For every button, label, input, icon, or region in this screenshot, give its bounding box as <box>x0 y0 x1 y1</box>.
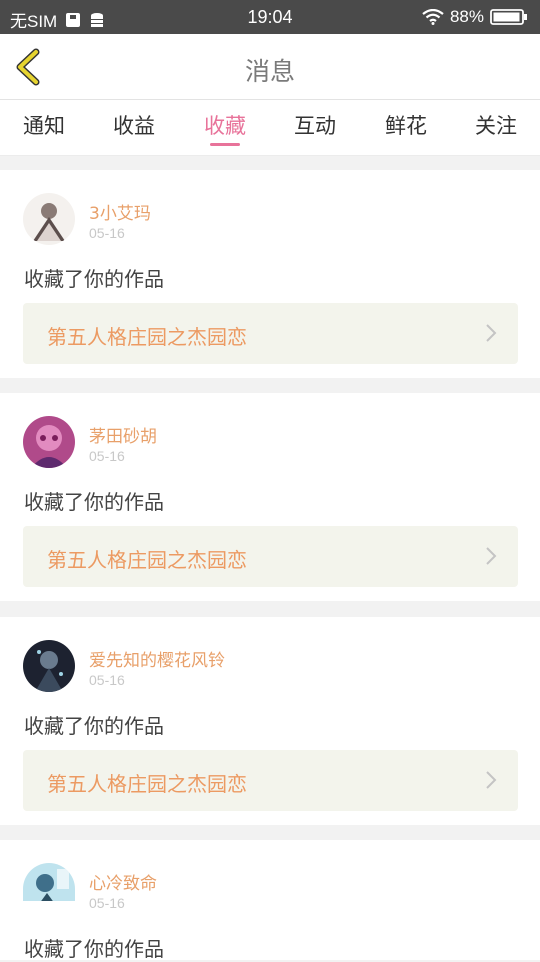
wifi-icon <box>422 9 444 25</box>
username[interactable]: 茅田砂胡 <box>89 422 157 447</box>
message-text: 收藏了你的作品 <box>24 490 164 514</box>
message-text: 收藏了你的作品 <box>24 714 164 738</box>
message-text: 收藏了你的作品 <box>24 267 164 291</box>
work-title: 第五人格庄园之杰园恋 <box>47 548 247 572</box>
tab-label: 鲜花 <box>385 114 427 138</box>
message-date: 05-16 <box>89 895 125 911</box>
tab-label: 关注 <box>475 114 517 138</box>
avatar[interactable] <box>23 193 75 245</box>
work-title: 第五人格庄园之杰园恋 <box>47 772 247 796</box>
message-card: 茅田砂胡 05-16 收藏了你的作品 第五人格庄园之杰园恋 <box>0 393 540 601</box>
tab-follows[interactable]: 关注 <box>461 110 531 148</box>
tab-label: 收藏 <box>204 114 246 138</box>
tab-label: 收益 <box>113 114 155 138</box>
message-date: 05-16 <box>89 448 125 464</box>
active-tab-indicator <box>210 143 240 146</box>
tab-flowers[interactable]: 鲜花 <box>371 110 441 148</box>
status-bar: 无SIM 19:04 88% <box>0 0 540 34</box>
avatar[interactable] <box>23 640 75 692</box>
username[interactable]: 3小艾玛 <box>89 199 151 224</box>
message-date: 05-16 <box>89 225 125 241</box>
work-link[interactable]: 第五人格庄园之杰园恋 <box>23 750 518 811</box>
tab-label: 互动 <box>294 114 336 138</box>
username[interactable]: 爱先知的樱花风铃 <box>89 646 225 671</box>
tab-label: 通知 <box>23 114 65 138</box>
avatar[interactable] <box>23 863 75 901</box>
battery-icon <box>490 9 527 25</box>
username[interactable]: 心冷致命 <box>89 869 157 894</box>
work-link[interactable]: 第五人格庄园之杰园恋 <box>23 526 518 587</box>
message-card: 3小艾玛 05-16 收藏了你的作品 第五人格庄园之杰园恋 <box>0 170 540 378</box>
avatar[interactable] <box>23 416 75 468</box>
work-link[interactable]: 第五人格庄园之杰园恋 <box>23 303 518 364</box>
work-title: 第五人格庄园之杰园恋 <box>47 325 247 349</box>
tab-interactions[interactable]: 互动 <box>280 110 350 148</box>
tab-notifications[interactable]: 通知 <box>9 110 79 148</box>
chevron-right-icon <box>486 771 497 789</box>
chevron-right-icon <box>486 324 497 342</box>
battery-percent: 88% <box>449 7 484 26</box>
tab-favorites[interactable]: 收藏 <box>190 110 260 148</box>
message-date: 05-16 <box>89 672 125 688</box>
tab-earnings[interactable]: 收益 <box>99 110 169 148</box>
message-card: 心冷致命 05-16 收藏了你的作品 <box>0 840 540 961</box>
tab-bar: 通知 收益 收藏 互动 鲜花 关注 <box>0 100 540 156</box>
message-text: 收藏了你的作品 <box>24 937 164 961</box>
message-card: 爱先知的樱花风铃 05-16 收藏了你的作品 第五人格庄园之杰园恋 <box>0 617 540 825</box>
header-bar: 消息 <box>0 34 540 100</box>
page-title: 消息 <box>244 57 295 86</box>
chevron-right-icon <box>486 547 497 565</box>
